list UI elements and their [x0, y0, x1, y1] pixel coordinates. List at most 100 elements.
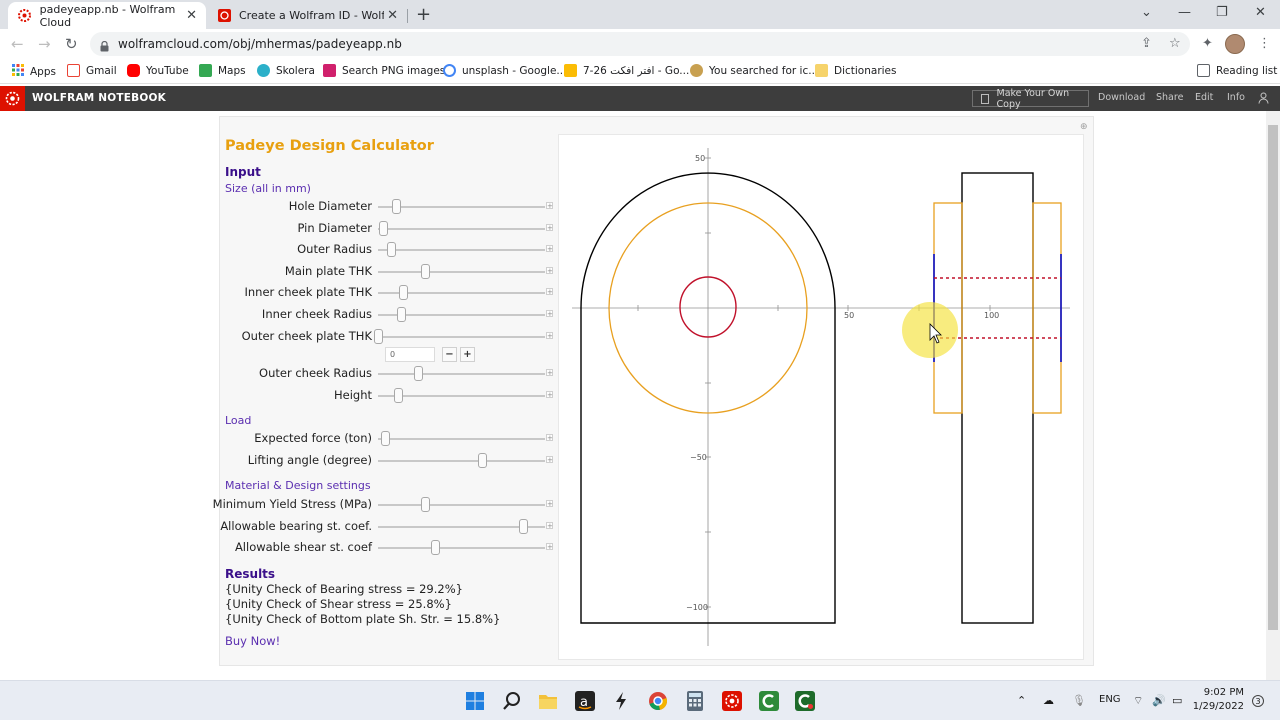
wifi-icon[interactable]: ⌔ — [1133, 694, 1143, 708]
browser-menu-icon[interactable]: ⋮ — [1258, 36, 1271, 51]
slider-track[interactable] — [378, 394, 545, 397]
forward-arrow-icon[interactable]: → — [38, 35, 51, 53]
bookmark-youtube[interactable]: YouTube — [127, 64, 189, 77]
slider-track[interactable] — [378, 227, 545, 230]
search-icon[interactable] — [501, 690, 523, 712]
page-scrollbar[interactable] — [1266, 111, 1280, 680]
volume-icon[interactable]: 🔊 — [1152, 694, 1166, 707]
bookmark-unsplash[interactable]: unsplash - Google... — [443, 64, 566, 77]
profile-avatar[interactable] — [1225, 34, 1245, 54]
onedrive-cloud-icon[interactable]: ☁ — [1043, 694, 1054, 707]
windows-start-icon[interactable] — [464, 690, 486, 712]
increment-button[interactable]: + — [460, 347, 475, 362]
slider-thumb[interactable] — [380, 431, 390, 446]
make-your-own-copy-button[interactable]: Make Your Own Copy — [972, 88, 1089, 110]
expand-controls-icon[interactable]: + — [546, 223, 553, 231]
slider-thumb[interactable] — [397, 307, 407, 322]
bookmark-maps[interactable]: Maps — [199, 64, 246, 77]
outer-cheek-value-input[interactable]: 0 — [385, 347, 435, 362]
user-account-icon[interactable] — [1258, 92, 1269, 107]
bookmark-skolera[interactable]: Skolera — [257, 64, 315, 77]
slider-thumb[interactable] — [392, 199, 402, 214]
bookmark-apps[interactable]: Apps — [12, 64, 56, 79]
expand-controls-icon[interactable]: + — [546, 390, 553, 398]
address-bar[interactable]: wolframcloud.com/obj/mhermas/padeyeapp.n… — [90, 32, 1190, 56]
slider-thumb[interactable] — [420, 263, 430, 279]
close-tab-icon[interactable]: ✕ — [186, 8, 197, 23]
slider-track[interactable] — [378, 547, 545, 550]
expand-controls-icon[interactable]: + — [546, 288, 553, 296]
bookmark-search-png[interactable]: Search PNG images — [323, 64, 445, 77]
slider-thumb[interactable] — [399, 285, 409, 301]
tab-search-icon[interactable]: ⌄ — [1141, 5, 1152, 20]
back-arrow-icon[interactable]: ← — [11, 35, 24, 53]
buy-now-link[interactable]: Buy Now! — [225, 634, 280, 648]
show-hidden-icons-icon[interactable]: ⌃ — [1017, 694, 1026, 707]
slider-track[interactable] — [378, 249, 545, 252]
slider-thumb[interactable] — [414, 366, 424, 381]
edit-link[interactable]: Edit — [1195, 92, 1213, 103]
expand-controls-icon[interactable]: + — [546, 331, 553, 339]
slider-track[interactable] — [378, 270, 545, 273]
bookmark-search-icons[interactable]: You searched for ic... — [690, 64, 818, 77]
share-page-icon[interactable]: ⇪ — [1141, 36, 1152, 51]
bookmark-gmail[interactable]: Gmail — [67, 64, 117, 77]
slider-thumb[interactable] — [394, 387, 404, 403]
expand-controls-icon[interactable]: + — [546, 245, 553, 253]
battery-icon[interactable]: ▭ — [1172, 694, 1182, 707]
slider-track[interactable] — [378, 206, 545, 208]
bookmark-star-icon[interactable]: ☆ — [1169, 36, 1181, 51]
bookmark-google-drive[interactable]: 7-26 افتر افكت - Go... — [564, 64, 689, 77]
download-link[interactable]: Download — [1098, 92, 1145, 103]
app-lightning-icon[interactable] — [610, 690, 632, 712]
slider-track[interactable] — [378, 438, 545, 440]
decrement-button[interactable]: − — [442, 347, 457, 362]
expand-controls-icon[interactable]: + — [546, 455, 553, 463]
extensions-puzzle-icon[interactable]: ✦ — [1202, 36, 1213, 51]
expand-controls-icon[interactable]: + — [546, 521, 553, 529]
expand-controls-icon[interactable]: + — [546, 310, 553, 318]
tab-padeyeapp[interactable]: padeyeapp.nb - Wolfram Cloud ✕ — [8, 2, 206, 29]
slider-thumb[interactable] — [387, 242, 397, 258]
chrome-icon[interactable] — [647, 690, 669, 712]
close-window-icon[interactable]: ✕ — [1255, 5, 1266, 20]
language-indicator[interactable]: ENG — [1099, 694, 1121, 705]
calculator-icon[interactable] — [684, 690, 706, 712]
slider-thumb[interactable] — [374, 328, 383, 344]
expand-controls-icon[interactable]: + — [546, 266, 553, 274]
reading-list-button[interactable]: Reading list — [1197, 64, 1277, 77]
scrollbar-thumb[interactable] — [1268, 125, 1278, 630]
close-tab-icon[interactable]: ✕ — [387, 8, 398, 23]
slider-thumb[interactable] — [430, 540, 440, 556]
expand-controls-icon[interactable]: + — [546, 202, 553, 210]
slider-thumb[interactable] — [519, 518, 529, 534]
slider-thumb[interactable] — [420, 497, 430, 512]
slider-track[interactable] — [378, 335, 545, 338]
microphone-icon[interactable]: 🎙 — [1072, 694, 1086, 707]
panel-options-icon[interactable]: ⊕ — [1080, 122, 1088, 132]
expand-controls-icon[interactable]: + — [546, 369, 553, 377]
wolfram-logo-icon[interactable] — [0, 86, 25, 111]
amazon-icon[interactable]: a — [574, 690, 596, 712]
new-tab-button[interactable]: + — [416, 4, 431, 25]
slider-thumb[interactable] — [477, 452, 487, 468]
notification-icon[interactable]: 3 — [1252, 695, 1264, 707]
expand-controls-icon[interactable]: + — [546, 434, 553, 442]
info-link[interactable]: Info — [1227, 92, 1245, 103]
taskbar-clock[interactable]: 9:02 PM 1/29/2022 — [1188, 686, 1244, 714]
slider-track[interactable] — [378, 373, 545, 375]
restore-icon[interactable]: ❐ — [1216, 5, 1228, 20]
slider-track[interactable] — [378, 504, 545, 506]
camtasia-icon[interactable] — [758, 690, 780, 712]
file-explorer-icon[interactable] — [537, 690, 559, 712]
camtasia-recorder-icon[interactable] — [794, 690, 816, 712]
slider-track[interactable] — [378, 459, 545, 462]
share-link[interactable]: Share — [1156, 92, 1183, 103]
expand-controls-icon[interactable]: + — [546, 543, 553, 551]
tab-create-wolfram-id[interactable]: Create a Wolfram ID - Wolfram C ✕ — [207, 2, 408, 29]
expand-controls-icon[interactable]: + — [546, 500, 553, 508]
slider-thumb[interactable] — [379, 220, 388, 236]
minimize-icon[interactable]: — — [1178, 5, 1191, 20]
wolfram-app-icon[interactable] — [721, 690, 743, 712]
bookmark-dictionaries[interactable]: Dictionaries — [815, 64, 897, 77]
